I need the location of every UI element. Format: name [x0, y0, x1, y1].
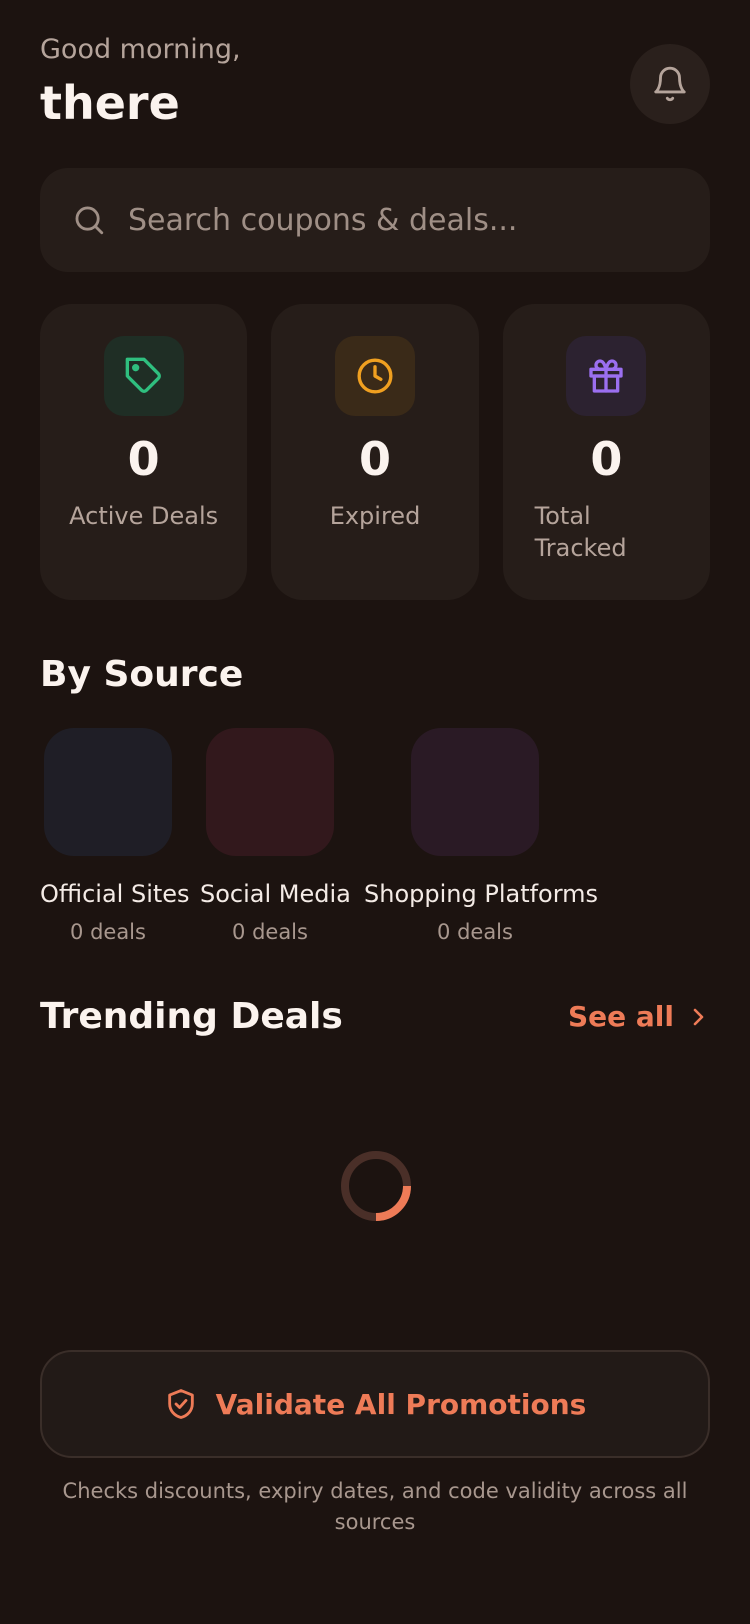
source-name: Social Media: [200, 880, 351, 908]
shield-check-icon: [167, 1389, 194, 1419]
validate-label: Validate All Promotions: [215, 1387, 587, 1421]
stats-row: 0 Active Deals 0 Expired 0 Total Tracked: [40, 304, 710, 600]
see-all-link[interactable]: See all: [568, 1000, 710, 1033]
search-bar[interactable]: [40, 168, 710, 272]
source-count: 0 deals: [232, 920, 308, 944]
search-input[interactable]: [128, 202, 668, 238]
source-social-media[interactable]: Social Media 0 deals: [200, 728, 351, 944]
source-tile: [411, 728, 539, 856]
stat-card-expired[interactable]: 0 Expired: [271, 304, 479, 600]
stat-value: 0: [127, 432, 160, 486]
stat-label: Total Tracked: [534, 502, 627, 562]
see-all-label: See all: [568, 1000, 674, 1033]
clock-icon: [357, 358, 393, 394]
stat-icon-wrap: [103, 336, 184, 416]
source-tile: [44, 728, 172, 856]
stat-icon-wrap: [334, 336, 415, 416]
tag-icon: [125, 357, 161, 393]
gift-icon: [589, 359, 623, 393]
stat-value: 0: [358, 432, 391, 486]
stat-label: Expired: [329, 502, 421, 530]
chevron-right-icon: [693, 1008, 704, 1025]
bell-icon: [654, 66, 686, 102]
search-icon: [75, 206, 104, 235]
home-screen: Good morning, there 0 Active Deals: [0, 0, 750, 1624]
source-name: Shopping Platforms: [364, 880, 599, 908]
stat-icon-wrap: [566, 336, 647, 416]
source-name: Official Sites: [40, 880, 190, 908]
source-official-sites[interactable]: Official Sites 0 deals: [40, 728, 190, 944]
source-tile: [206, 728, 334, 856]
stat-label: Active Deals: [69, 502, 219, 530]
validate-footnote: Checks discounts, expiry dates, and code…: [62, 1479, 688, 1534]
validate-all-button[interactable]: Validate All Promotions: [40, 1350, 710, 1458]
user-name: there: [40, 76, 180, 130]
source-count: 0 deals: [70, 920, 146, 944]
loading-spinner-icon: [341, 1151, 411, 1221]
header: Good morning, there: [40, 0, 710, 160]
stat-card-total-tracked[interactable]: 0 Total Tracked: [502, 304, 710, 600]
stat-value: 0: [590, 432, 623, 486]
by-source-title: By Source: [40, 654, 244, 695]
greeting-text: Good morning,: [40, 34, 241, 65]
notifications-button[interactable]: [630, 44, 710, 124]
source-count: 0 deals: [437, 920, 513, 944]
trending-deals-title: Trending Deals: [40, 996, 343, 1037]
source-shopping-platforms[interactable]: Shopping Platforms 0 deals: [364, 728, 599, 944]
stat-card-active-deals[interactable]: 0 Active Deals: [40, 304, 248, 600]
